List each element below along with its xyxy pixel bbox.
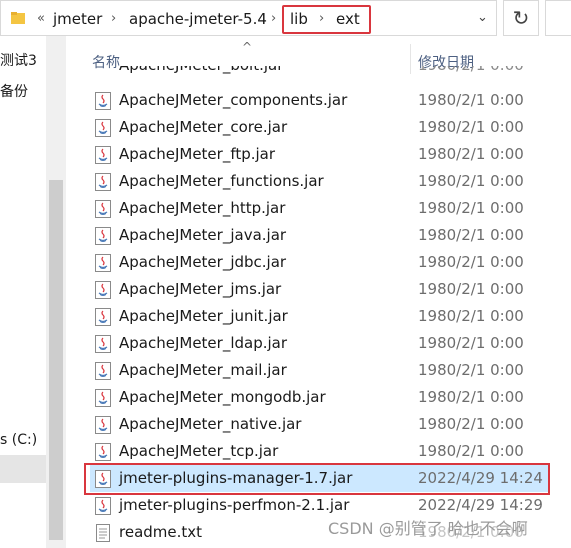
file-name: ApacheJMeter_functions.jar — [119, 172, 324, 190]
jar-file-icon — [94, 334, 112, 354]
watermark: CSDN @别管了 哈也不会啊 — [328, 515, 528, 539]
file-name: ApacheJMeter_core.jar — [119, 118, 288, 136]
jar-file-icon — [94, 226, 112, 246]
jar-file-icon — [94, 172, 112, 192]
jar-file-icon — [94, 442, 112, 462]
file-name: ApacheJMeter_java.jar — [119, 226, 287, 244]
file-name: ApacheJMeter_ldap.jar — [119, 334, 288, 352]
chevron-right-icon[interactable]: › — [111, 10, 116, 28]
file-name: ApacheJMeter_jms.jar — [119, 280, 282, 298]
file-date: 1980/2/1 0:00 — [418, 415, 524, 433]
file-date: 1980/2/1 0:00 — [418, 334, 524, 352]
refresh-icon: ↻ — [512, 6, 530, 30]
nav-item-selected[interactable] — [0, 455, 46, 483]
folder-icon — [11, 12, 25, 24]
list-item[interactable]: ApacheJMeter_tcp.jar 1980/2/1 0:00 — [90, 438, 550, 465]
list-item[interactable]: ApacheJMeter_components.jar 1980/2/1 0:00 — [90, 87, 550, 114]
file-name: jmeter-plugins-perfmon-2.1.jar — [119, 496, 350, 514]
highlight-annotation — [282, 5, 371, 34]
file-date: 1980/2/1 0:00 — [418, 253, 524, 271]
file-date: 1980/2/1 0:00 — [418, 118, 524, 136]
nav-item-drive-c[interactable]: s (C:) — [0, 432, 37, 448]
list-item[interactable]: ApacheJMeter_jdbc.jar 1980/2/1 0:00 — [90, 249, 550, 276]
file-date: 1980/2/1 0:00 — [418, 307, 524, 325]
file-date: 2022/4/29 14:29 — [418, 496, 543, 514]
breadcrumb-jmeter[interactable]: jmeter — [53, 10, 102, 28]
jar-file-icon — [94, 91, 112, 111]
file-date: 1980/2/1 0:00 — [418, 145, 524, 163]
file-date: 1980/2/1 0:00 — [418, 388, 524, 406]
nav-item[interactable]: 测试3 — [0, 50, 37, 70]
jar-file-icon — [94, 280, 112, 300]
file-name: ApacheJMeter_http.jar — [119, 199, 286, 217]
highlight-annotation — [84, 463, 550, 495]
jar-file-icon — [94, 496, 112, 516]
jar-file-icon — [94, 199, 112, 219]
file-date: 1980/2/1 0:00 — [418, 91, 524, 109]
refresh-button[interactable]: ↻ — [503, 0, 539, 36]
list-item[interactable]: ApacheJMeter_junit.jar 1980/2/1 0:00 — [90, 303, 550, 330]
nav-item[interactable]: 备份 — [0, 81, 28, 101]
list-item[interactable]: ApacheJMeter_native.jar 1980/2/1 0:00 — [90, 411, 550, 438]
file-date: 1980/2/1 0:00 — [418, 442, 524, 460]
file-name: readme.txt — [119, 523, 203, 541]
file-name: ApacheJMeter_components.jar — [119, 91, 348, 109]
list-item[interactable]: ApacheJMeter_ftp.jar 1980/2/1 0:00 — [90, 141, 550, 168]
file-name: ApacheJMeter_bolt.jar — [119, 66, 283, 74]
list-item[interactable]: ApacheJMeter_functions.jar 1980/2/1 0:00 — [90, 168, 550, 195]
jar-file-icon — [94, 145, 112, 165]
file-name: ApacheJMeter_native.jar — [119, 415, 302, 433]
list-item[interactable]: ApacheJMeter_mongodb.jar 1980/2/1 0:00 — [90, 384, 550, 411]
file-name: ApacheJMeter_mail.jar — [119, 361, 287, 379]
text-file-icon — [94, 523, 112, 543]
breadcrumb-apache-jmeter[interactable]: apache-jmeter-5.4 — [129, 10, 267, 28]
jar-file-icon — [94, 388, 112, 408]
file-date: 1980/2/1 0:00 — [418, 172, 524, 190]
file-name: ApacheJMeter_jdbc.jar — [119, 253, 287, 271]
file-date: 1980/2/1 0:00 — [418, 280, 524, 298]
file-date: 1980/2/1 0:00 — [418, 361, 524, 379]
file-name: ApacheJMeter_ftp.jar — [119, 145, 276, 163]
nav-scrollbar-thumb[interactable] — [49, 180, 63, 540]
jar-file-icon — [94, 253, 112, 273]
file-name: ApacheJMeter_junit.jar — [119, 307, 288, 325]
file-name: ApacheJMeter_mongodb.jar — [119, 388, 326, 406]
list-item[interactable]: ApacheJMeter_core.jar 1980/2/1 0:00 — [90, 114, 550, 141]
chevron-down-icon[interactable]: ⌄ — [477, 10, 488, 25]
address-bar[interactable]: « jmeter › apache-jmeter-5.4 › lib › ext… — [0, 0, 497, 36]
search-input[interactable] — [545, 0, 571, 36]
list-item[interactable]: ApacheJMeter_ldap.jar 1980/2/1 0:00 — [90, 330, 550, 357]
list-item[interactable]: ApacheJMeter_http.jar 1980/2/1 0:00 — [90, 195, 550, 222]
sort-ascending-icon: ^ — [242, 40, 253, 54]
breadcrumb-overflow[interactable]: « — [37, 10, 45, 28]
list-item-partial[interactable]: ApacheJMeter_bolt.jar 1980/2/1 0:00 — [90, 66, 550, 86]
file-name: ApacheJMeter_tcp.jar — [119, 442, 279, 460]
list-item[interactable]: ApacheJMeter_java.jar 1980/2/1 0:00 — [90, 222, 550, 249]
list-item[interactable]: ApacheJMeter_jms.jar 1980/2/1 0:00 — [90, 276, 550, 303]
file-date: 1980/2/1 0:00 — [418, 66, 524, 74]
jar-file-icon — [94, 415, 112, 435]
jar-file-icon — [94, 307, 112, 327]
file-date: 1980/2/1 0:00 — [418, 226, 524, 244]
jar-file-icon — [94, 361, 112, 381]
chevron-right-icon[interactable]: › — [271, 10, 276, 28]
list-item[interactable]: ApacheJMeter_mail.jar 1980/2/1 0:00 — [90, 357, 550, 384]
file-date: 1980/2/1 0:00 — [418, 199, 524, 217]
jar-file-icon — [94, 118, 112, 138]
